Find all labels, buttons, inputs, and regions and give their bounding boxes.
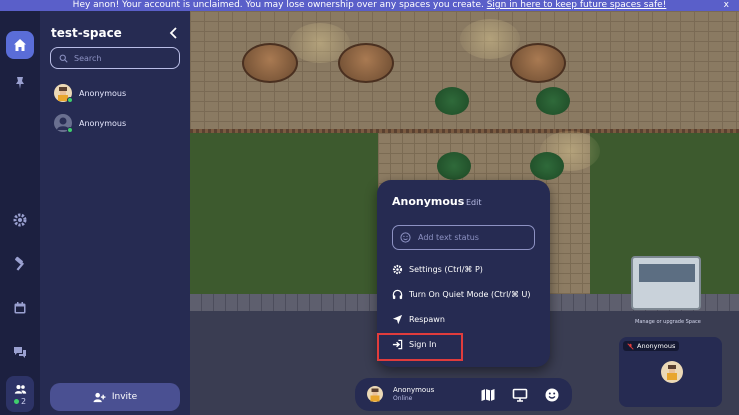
search-icon xyxy=(59,54,68,63)
settings-button[interactable] xyxy=(6,206,34,234)
left-rail: 2 xyxy=(0,11,40,415)
screen-share-button[interactable] xyxy=(512,387,528,403)
truck-window xyxy=(639,264,695,282)
character-avatar-icon xyxy=(370,388,380,402)
home-button[interactable] xyxy=(6,31,34,59)
hut-roof xyxy=(338,43,394,83)
video-tile[interactable]: Anonymous xyxy=(619,337,722,407)
hut-roof xyxy=(510,43,566,83)
text-status-input[interactable] xyxy=(418,233,528,242)
online-count: 2 xyxy=(13,396,27,406)
app-root: Hey anon! Your account is unclaimed. You… xyxy=(0,0,739,415)
map-button[interactable] xyxy=(480,387,496,403)
unclaimed-account-banner: Hey anon! Your account is unclaimed. You… xyxy=(0,0,739,11)
smiley-icon xyxy=(400,232,411,243)
character-avatar-icon xyxy=(667,365,677,380)
gear-icon xyxy=(13,213,27,227)
settings-menu-label: Settings (Ctrl/⌘ P) xyxy=(409,265,483,274)
respawn-menu-label: Respawn xyxy=(409,315,445,324)
invite-button[interactable]: Invite xyxy=(50,383,180,411)
user-avatar xyxy=(54,114,73,133)
user-name: Anonymous xyxy=(79,88,127,98)
palm-tree xyxy=(530,152,564,180)
search-input[interactable] xyxy=(74,53,164,63)
hammer-icon xyxy=(15,256,25,271)
people-icon xyxy=(14,384,26,394)
grass-left xyxy=(190,133,378,295)
profile-popup: Anonymous Edit Settings (Ctrl/⌘ P) Turn … xyxy=(377,180,550,367)
video-tile-name: Anonymous xyxy=(637,342,676,350)
banner-sign-in-link[interactable]: Sign in here to keep future spaces safe! xyxy=(487,0,667,10)
popup-username: Anonymous xyxy=(392,195,465,208)
sidebar: test-space Anonymous Anonymous Invite xyxy=(40,11,190,415)
chat-bubbles-icon xyxy=(14,347,26,358)
collapse-sidebar-button[interactable] xyxy=(167,25,181,39)
user-name: Anonymous xyxy=(79,118,127,128)
quiet-mode-menu-item[interactable]: Turn On Quiet Mode (Ctrl/⌘ U) xyxy=(392,289,531,300)
user-list-item[interactable]: Anonymous xyxy=(54,114,127,133)
add-user-icon xyxy=(93,392,106,402)
invite-label: Invite xyxy=(111,392,138,402)
online-status-dot xyxy=(67,97,73,103)
manage-space-text[interactable]: Manage or upgrade Space xyxy=(635,319,701,325)
self-status: Online xyxy=(393,395,413,402)
online-count-value: 2 xyxy=(20,396,27,406)
lamp-glow xyxy=(460,19,520,59)
build-button[interactable] xyxy=(6,250,34,278)
edit-name-button[interactable]: Edit xyxy=(466,198,482,207)
settings-menu-item[interactable]: Settings (Ctrl/⌘ P) xyxy=(392,264,483,275)
search-box[interactable] xyxy=(50,47,180,69)
emote-button[interactable] xyxy=(544,387,560,403)
banner-message: Hey anon! Your account is unclaimed. You… xyxy=(72,0,484,10)
muted-mic-icon xyxy=(627,342,634,350)
chat-button[interactable] xyxy=(6,338,34,366)
food-truck xyxy=(631,256,701,310)
banner-close-button[interactable]: x xyxy=(724,0,729,11)
sign-in-highlight-box xyxy=(377,333,463,361)
space-title: test-space xyxy=(51,26,122,40)
palm-tree xyxy=(435,87,469,115)
monitor-icon xyxy=(512,388,528,402)
gear-icon xyxy=(392,264,403,275)
user-list-item[interactable]: Anonymous xyxy=(54,84,127,103)
quiet-mode-menu-label: Turn On Quiet Mode (Ctrl/⌘ U) xyxy=(409,290,531,299)
calendar-icon xyxy=(14,302,26,314)
pin-icon xyxy=(16,77,24,89)
online-dot-icon xyxy=(13,398,19,404)
self-avatar[interactable] xyxy=(367,386,383,402)
hut-roof xyxy=(242,43,298,83)
respawn-menu-item[interactable]: Respawn xyxy=(392,314,445,325)
self-name: Anonymous xyxy=(393,386,435,394)
smiley-icon xyxy=(545,388,559,402)
chevron-left-icon xyxy=(169,27,177,39)
online-status-dot xyxy=(67,127,73,133)
pin-button[interactable] xyxy=(6,69,34,97)
text-status-field[interactable] xyxy=(392,225,535,250)
map-icon xyxy=(481,389,495,401)
palm-tree xyxy=(536,87,570,115)
video-tile-avatar xyxy=(661,361,683,383)
calendar-button[interactable] xyxy=(6,294,34,322)
bottom-bar: Anonymous Online xyxy=(355,378,572,411)
headphones-icon xyxy=(392,289,403,300)
home-icon xyxy=(14,39,26,51)
video-tile-label: Anonymous xyxy=(623,341,680,351)
navigation-arrow-icon xyxy=(392,314,403,325)
participants-button[interactable]: 2 xyxy=(6,376,34,412)
user-avatar xyxy=(54,84,73,103)
palm-tree xyxy=(437,152,471,180)
